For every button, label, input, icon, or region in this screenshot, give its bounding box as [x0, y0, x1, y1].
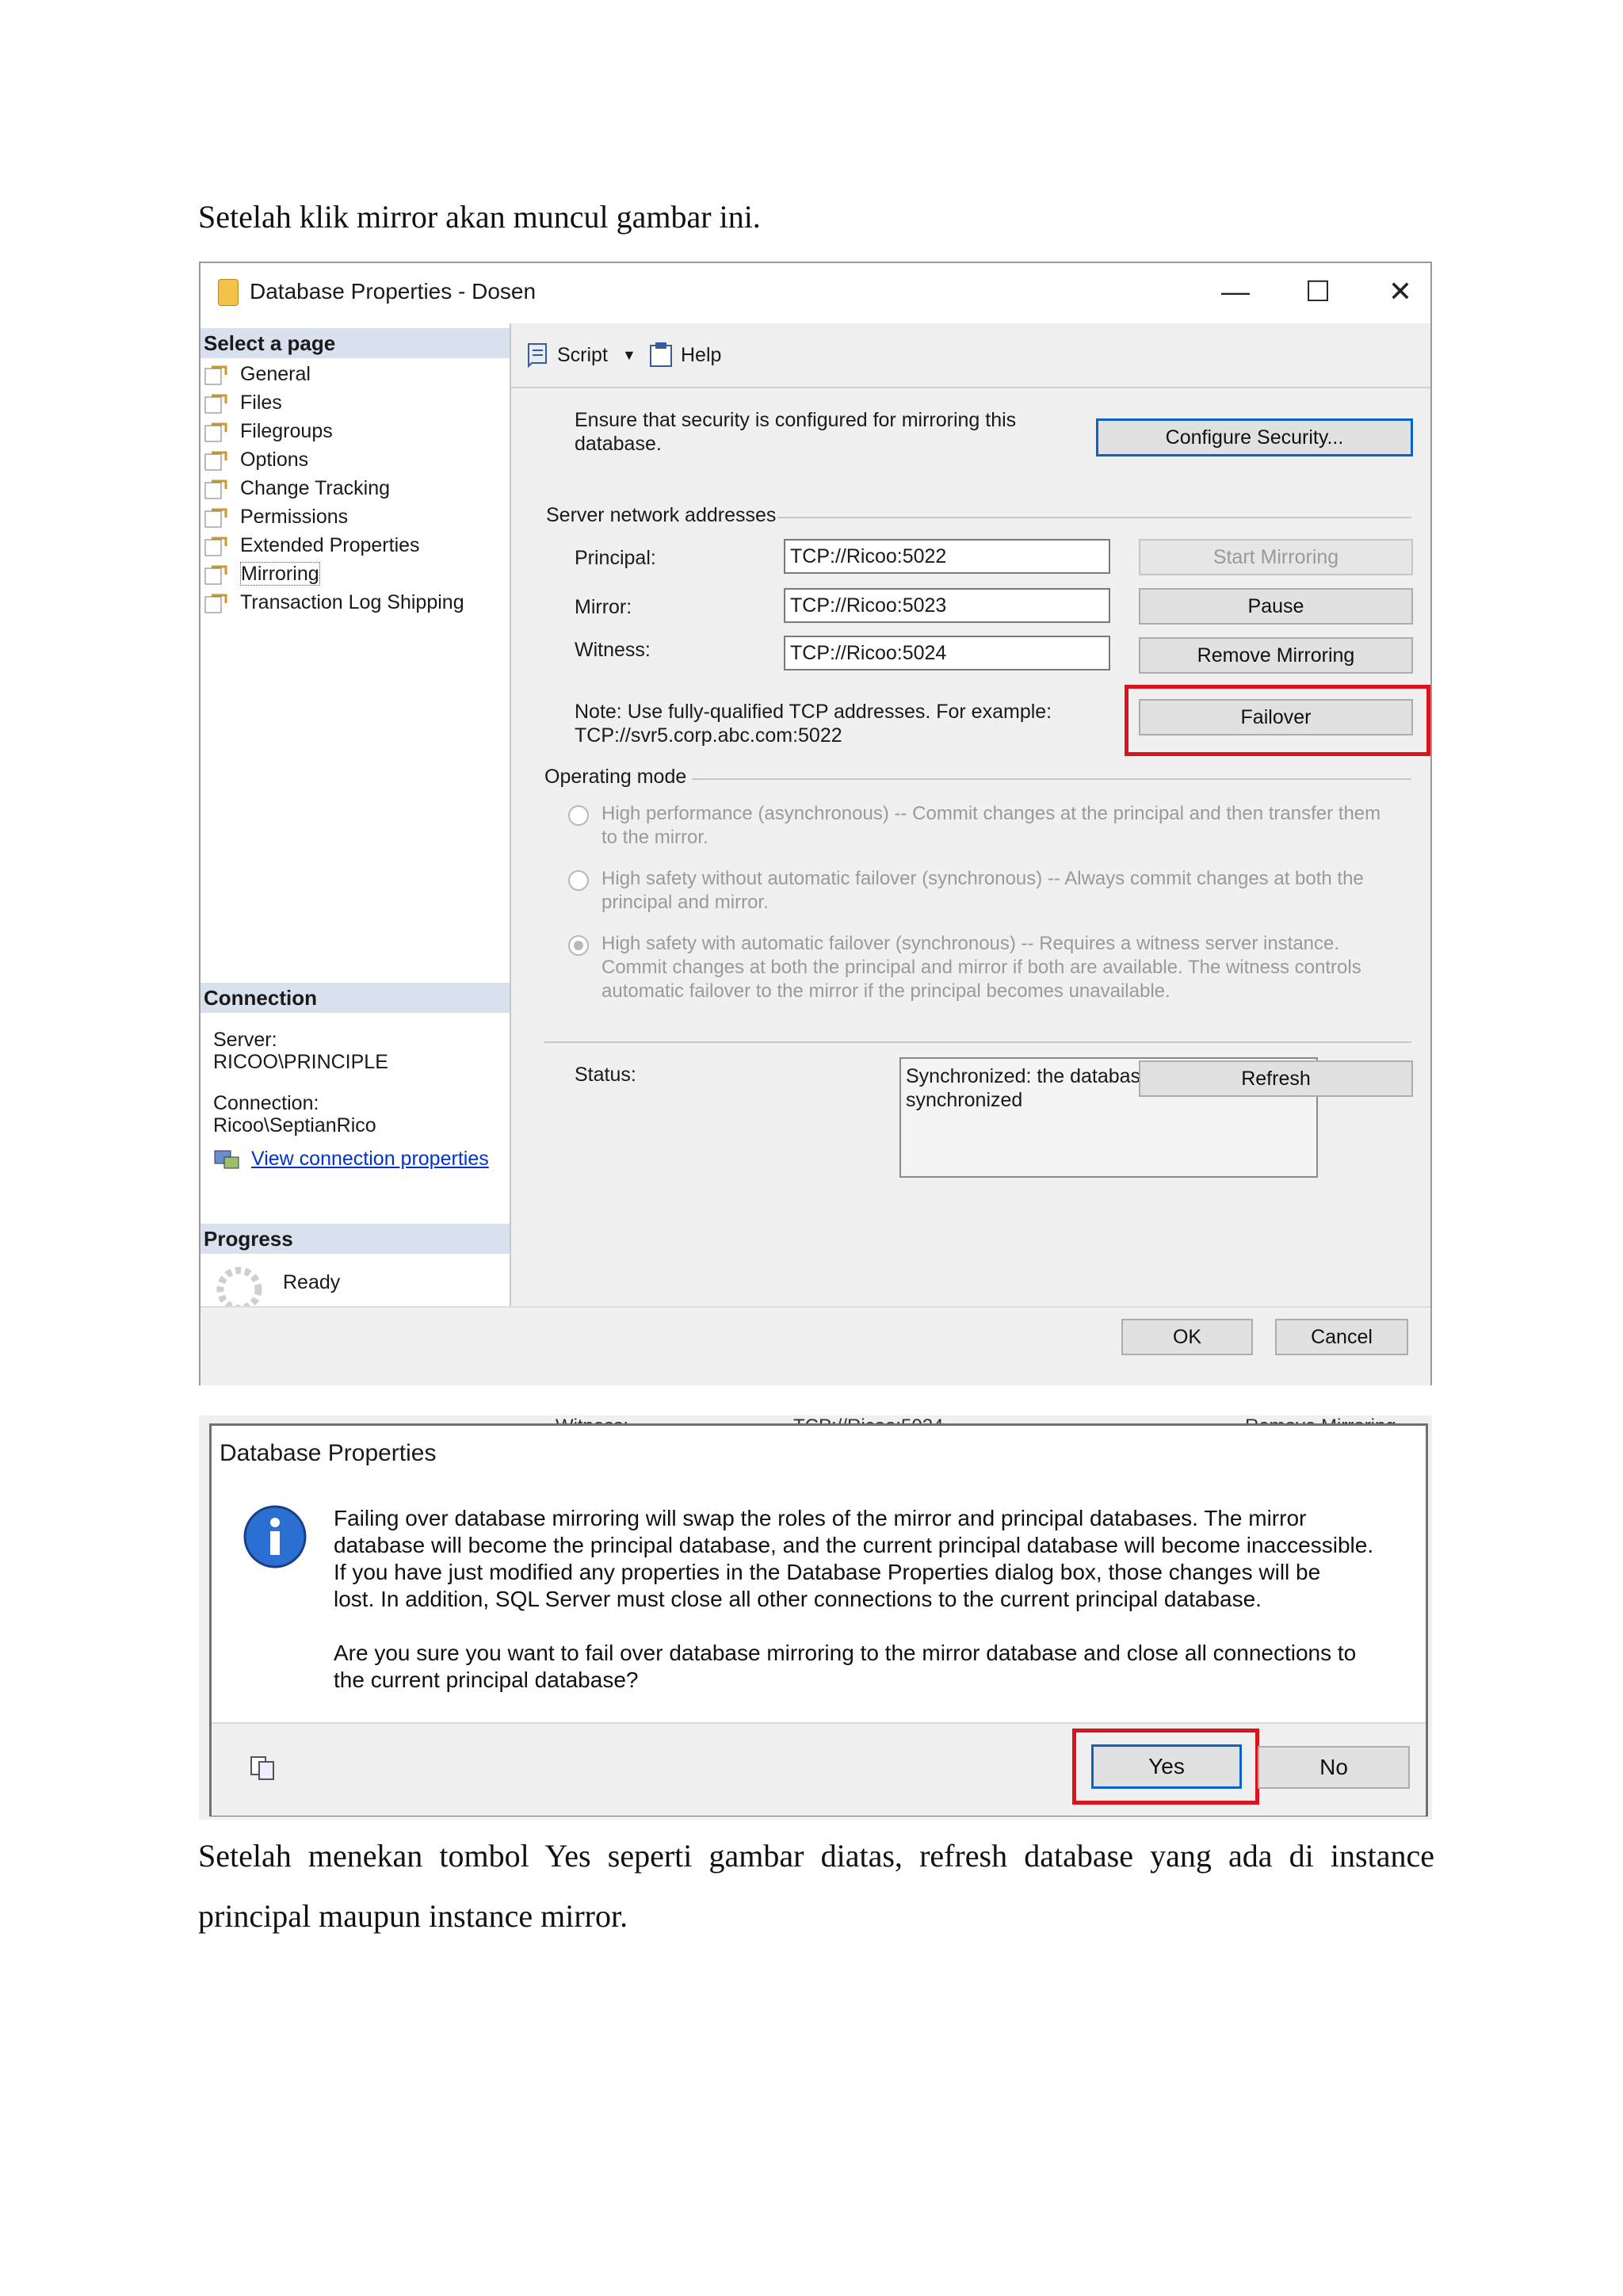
- intro-text: Setelah klik mirror akan muncul gambar i…: [198, 199, 761, 235]
- minimize-button[interactable]: —: [1212, 274, 1259, 309]
- server-addresses-label: Server network addresses: [546, 504, 777, 526]
- nav-item-files[interactable]: Files: [204, 388, 282, 417]
- mode-high-safety-text: High safety without automatic failover (…: [601, 868, 1364, 889]
- server-value: RICOO\PRINCIPLE: [213, 1051, 388, 1073]
- view-connection-properties-link[interactable]: View connection properties: [251, 1148, 489, 1171]
- status-text-2: synchronized: [906, 1089, 1023, 1111]
- principal-label: Principal:: [575, 547, 656, 569]
- message-line-3: If you have just modified any properties…: [334, 1560, 1321, 1584]
- select-page-header: Select a page: [200, 328, 510, 358]
- page-icon: [204, 506, 227, 529]
- principal-input[interactable]: TCP://Ricoo:5022: [784, 539, 1110, 574]
- message-line-4: lost. In addition, SQL Server must close…: [334, 1587, 1262, 1611]
- script-button[interactable]: Script: [557, 344, 608, 367]
- connection-value: Ricoo\SeptianRico: [213, 1114, 376, 1137]
- dialog-title: Database Properties - Dosen: [250, 279, 537, 304]
- mirroring-page: Script ▼ Help Ensure that security is co…: [511, 323, 1430, 1306]
- remove-mirroring-button[interactable]: Remove Mirroring: [1139, 637, 1413, 674]
- no-button[interactable]: No: [1258, 1746, 1410, 1789]
- refresh-button[interactable]: Refresh: [1139, 1060, 1413, 1097]
- failover-button[interactable]: Failover: [1139, 699, 1413, 735]
- security-note: Ensure that security is configured for m…: [575, 409, 1017, 431]
- copy-icon[interactable]: [248, 1754, 280, 1782]
- tcp-note-example: TCP://svr5.corp.abc.com:5022: [575, 724, 842, 747]
- radio-high-safety-automatic-failover[interactable]: [568, 935, 589, 956]
- witness-input[interactable]: TCP://Ricoo:5024: [784, 636, 1110, 670]
- server-label: Server:: [213, 1029, 277, 1051]
- operating-mode-label: Operating mode: [544, 766, 687, 788]
- nav-item-filegroups[interactable]: Filegroups: [204, 417, 333, 445]
- mode-high-performance-text: High performance (asynchronous) -- Commi…: [601, 803, 1381, 824]
- dialog-footer: OK Cancel: [200, 1306, 1430, 1385]
- tcp-note: Note: Use fully-qualified TCP addresses.…: [575, 701, 1052, 723]
- database-icon: [218, 279, 239, 306]
- page-icon: [204, 392, 227, 415]
- outro-text-line-2: principal maupun instance mirror.: [198, 1898, 628, 1934]
- configure-security-button[interactable]: Configure Security...: [1096, 418, 1413, 457]
- connection-label: Connection:: [213, 1092, 319, 1114]
- progress-header: Progress: [200, 1224, 510, 1254]
- close-button[interactable]: ✕: [1377, 274, 1424, 309]
- page-icon: [204, 421, 227, 443]
- mode-high-safety-text-2: principal and mirror.: [601, 892, 769, 913]
- radio-high-safety-no-failover[interactable]: [568, 870, 589, 891]
- page-icon: [204, 364, 227, 386]
- page-icon: [204, 535, 227, 557]
- outro-text-line-1: Setelah menekan tombol Yes seperti gamba…: [198, 1838, 1434, 1874]
- message-line-5: Are you sure you want to fail over datab…: [334, 1641, 1357, 1665]
- security-note-line2: database.: [575, 433, 662, 455]
- mirror-input[interactable]: TCP://Ricoo:5023: [784, 588, 1110, 623]
- mode-high-performance-text-2: to the mirror.: [601, 827, 708, 848]
- nav-item-extended-properties[interactable]: Extended Properties: [204, 531, 420, 560]
- script-dropdown-arrow-icon[interactable]: ▼: [622, 347, 636, 364]
- group-divider: [692, 778, 1411, 780]
- failover-confirm-dialog: Database Properties Failing over databas…: [209, 1423, 1428, 1817]
- page-icon: [204, 449, 227, 472]
- page-icon: [204, 592, 227, 614]
- cancel-button[interactable]: Cancel: [1275, 1319, 1408, 1355]
- confirm-dialog-title: Database Properties: [220, 1440, 437, 1466]
- nav-item-general[interactable]: General: [204, 360, 311, 388]
- message-line-1: Failing over database mirroring will swa…: [334, 1506, 1307, 1530]
- status-label: Status:: [575, 1064, 636, 1086]
- title-bar: Database Properties - Dosen — ☐ ✕: [200, 263, 1430, 323]
- help-button[interactable]: Help: [681, 344, 721, 367]
- start-mirroring-button[interactable]: Start Mirroring: [1139, 539, 1413, 575]
- page-icon: [204, 563, 227, 586]
- nav-item-permissions[interactable]: Permissions: [204, 502, 348, 531]
- left-pane: Select a page General Files Filegroups O…: [200, 323, 511, 1312]
- message-line-6: the current principal database?: [334, 1668, 639, 1692]
- connection-header: Connection: [200, 983, 510, 1013]
- toolbar: Script ▼ Help: [511, 323, 1430, 388]
- nav-item-transaction-log-shipping[interactable]: Transaction Log Shipping: [204, 588, 464, 617]
- help-icon: [647, 341, 676, 369]
- page-icon: [204, 478, 227, 500]
- maximize-button[interactable]: ☐: [1294, 274, 1342, 309]
- connection-properties-icon: [213, 1148, 240, 1171]
- mode-automatic-failover-text: High safety with automatic failover (syn…: [601, 933, 1340, 954]
- progress-status: Ready: [283, 1271, 341, 1293]
- pause-button[interactable]: Pause: [1139, 588, 1413, 625]
- info-icon: [243, 1505, 307, 1568]
- database-properties-dialog: Database Properties - Dosen — ☐ ✕ Select…: [199, 262, 1432, 1385]
- mode-automatic-failover-text-3: automatic failover to the mirror if the …: [601, 980, 1170, 1002]
- script-icon: [524, 341, 552, 369]
- mirror-label: Mirror:: [575, 596, 632, 618]
- nav-item-options[interactable]: Options: [204, 445, 308, 474]
- yes-button[interactable]: Yes: [1091, 1744, 1242, 1789]
- nav-item-mirroring[interactable]: Mirroring: [204, 560, 320, 588]
- group-divider: [544, 1041, 1411, 1043]
- ok-button[interactable]: OK: [1121, 1319, 1253, 1355]
- nav-item-change-tracking[interactable]: Change Tracking: [204, 474, 390, 502]
- mode-automatic-failover-text-2: Commit changes at both the principal and…: [601, 957, 1361, 978]
- radio-high-performance[interactable]: [568, 805, 589, 826]
- group-divider: [777, 517, 1411, 518]
- witness-label: Witness:: [575, 639, 651, 661]
- message-line-2: database will become the principal datab…: [334, 1533, 1374, 1557]
- confirm-dialog-footer: Yes No: [212, 1722, 1426, 1816]
